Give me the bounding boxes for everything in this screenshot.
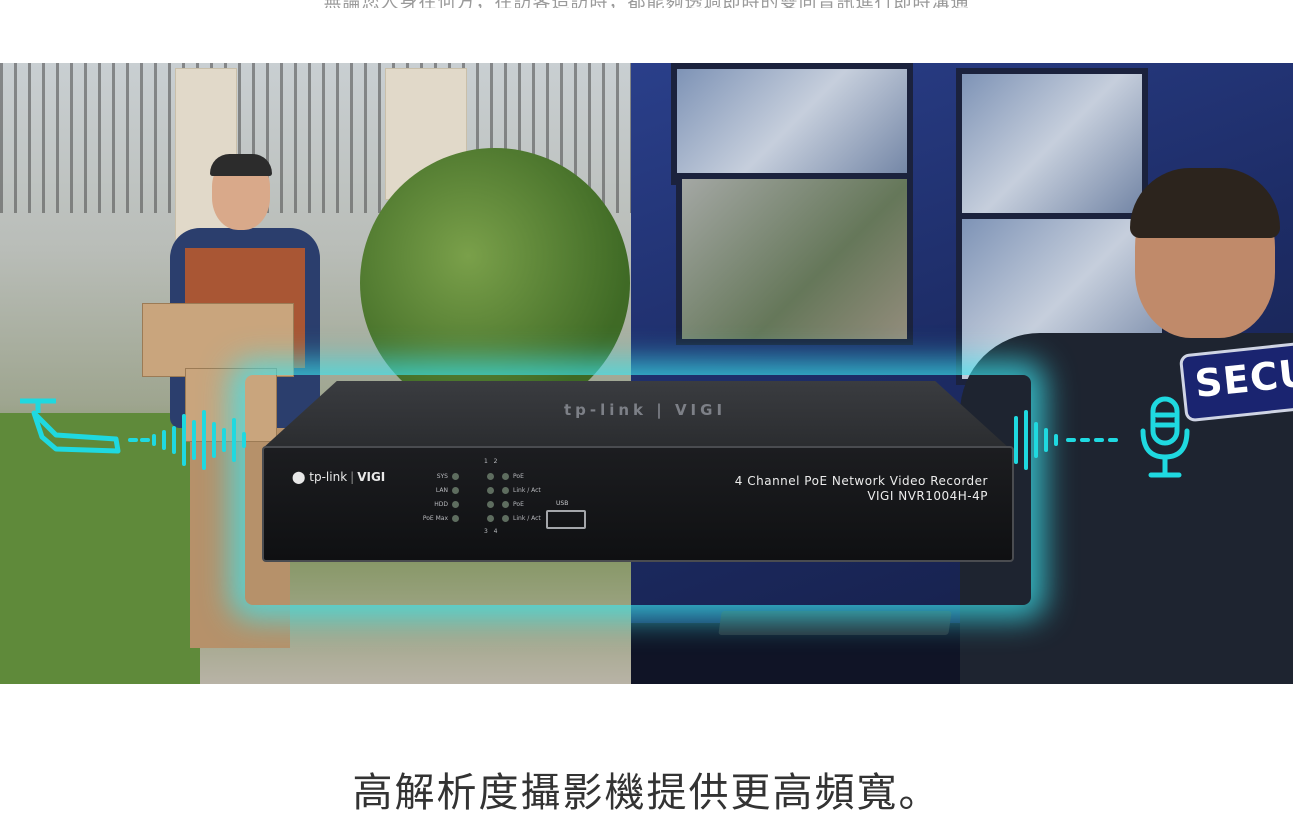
brand-mark-icon: ⬤: [292, 470, 306, 484]
nvr-model-title: 4 Channel PoE Network Video Recorder: [734, 474, 988, 488]
nvr-model-number: VIGI NVR1004H-4P: [867, 489, 988, 503]
package-box: [142, 303, 294, 377]
security-camera-icon: [20, 398, 121, 454]
usb-port: [546, 510, 586, 529]
nvr-front-panel: ⬤ tp-link | VIGI 1 2 SYS PoE LAN Link / Act …: [262, 446, 1014, 562]
usb-label: USB: [556, 500, 569, 507]
led-row: PoE Max Link / Act: [422, 515, 541, 522]
led-row: HDD PoE: [434, 501, 524, 508]
led-row: SYS PoE: [436, 473, 524, 480]
cctv-monitor-live-feed: [676, 173, 913, 345]
security-badge: SECU: [1178, 341, 1293, 423]
microphone-icon: [1140, 396, 1190, 478]
top-caption: 無論您人身在何方，在訪客造訪時，都能夠透過即時的雙向音訊進行即時溝通: [0, 0, 1293, 8]
led-row: LAN Link / Act: [435, 487, 541, 494]
cctv-monitor: [671, 63, 913, 185]
port-numbers-top: 1 2: [484, 458, 498, 465]
keyboard: [718, 611, 952, 635]
section-heading: 高解析度攝影機提供更高頻寬。: [352, 770, 941, 816]
nvr-top-logo: tp-link | VIGI: [563, 401, 727, 419]
audio-wave-icon: [128, 410, 246, 470]
port-numbers-bottom: 3 4: [484, 528, 498, 535]
audio-wave-icon: [1014, 410, 1118, 470]
nvr-brand-logo: ⬤ tp-link | VIGI: [292, 470, 386, 484]
